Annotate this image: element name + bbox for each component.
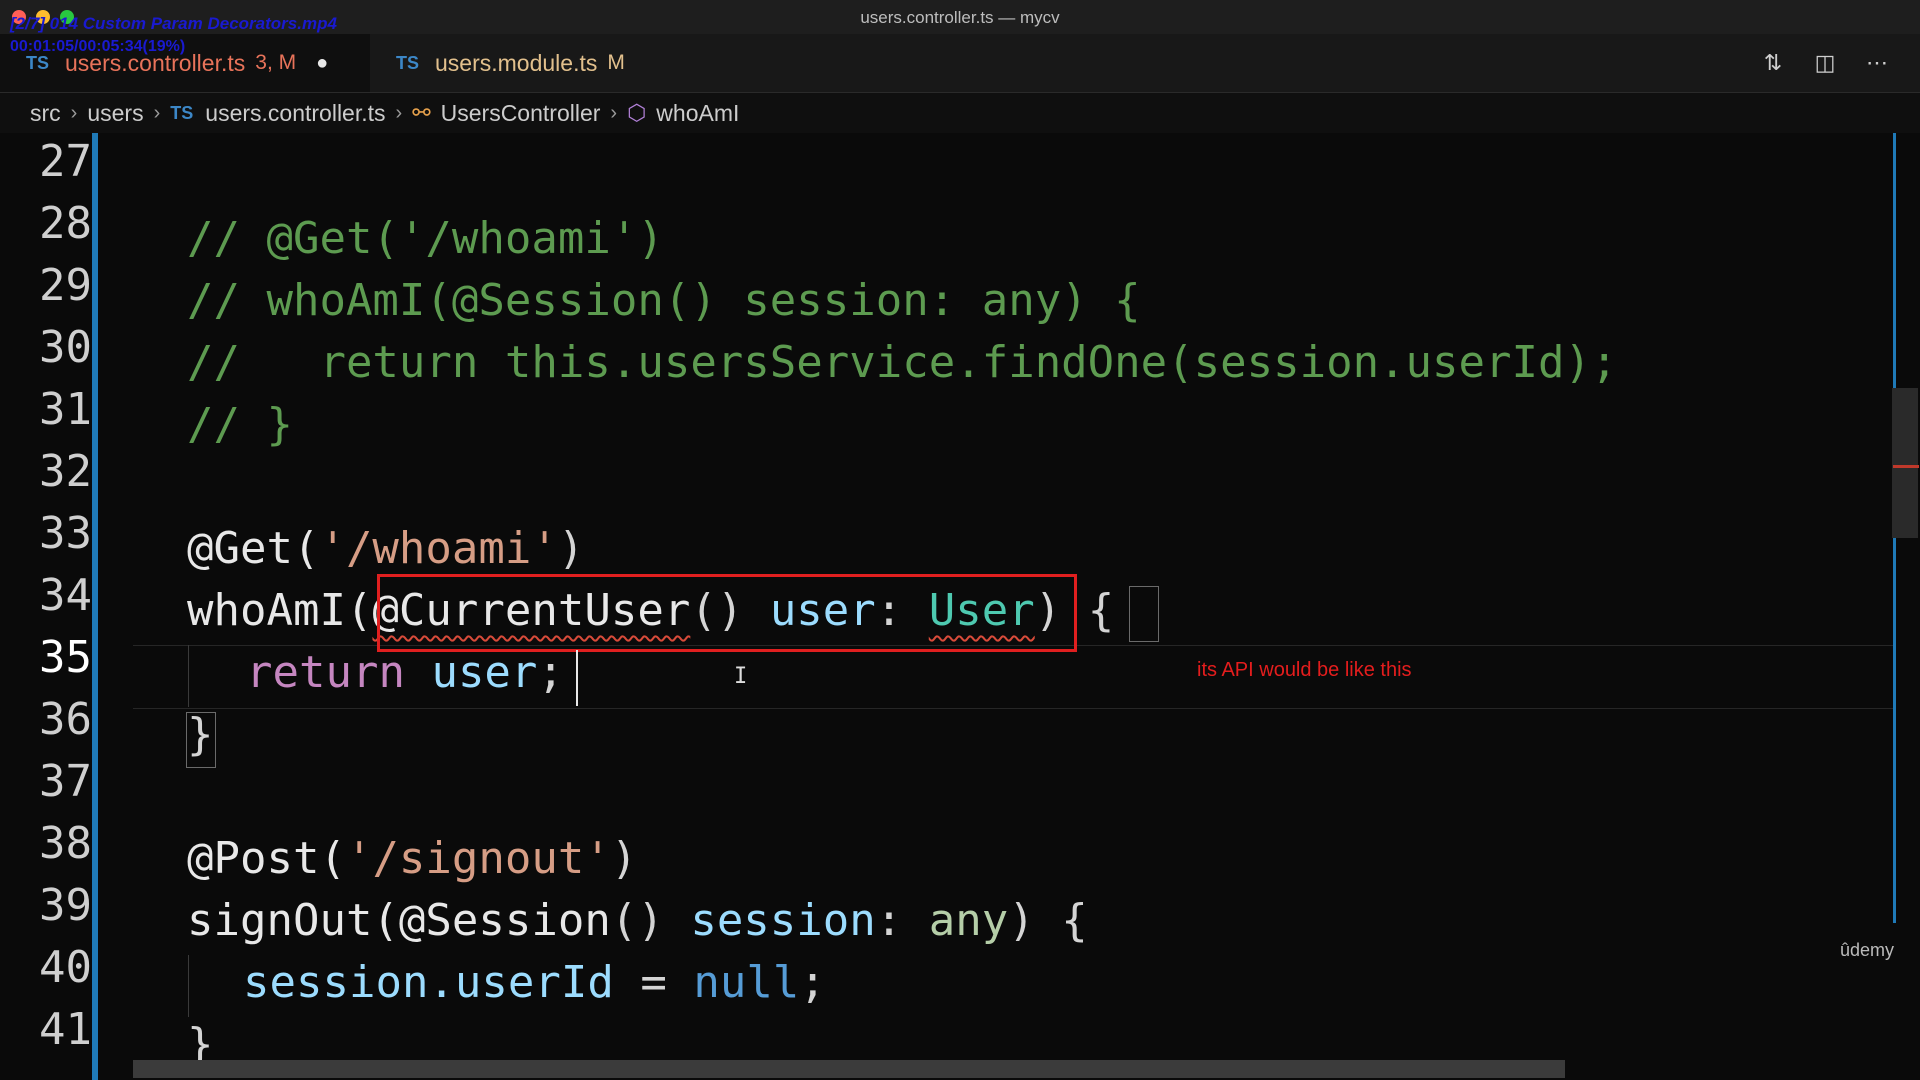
bracket-match-highlight [186,712,216,768]
string-token: '/whoami' [319,523,558,574]
chevron-right-icon: › [70,101,78,124]
tab-actions: ⇅ ◫ ⋯ [1758,48,1892,78]
keyword-token: return [246,647,405,698]
compare-changes-icon[interactable]: ⇅ [1758,48,1788,78]
line-number: 30 [39,322,92,373]
breadcrumb-method[interactable]: whoAmI [656,100,739,127]
chevron-right-icon: › [610,101,618,124]
vertical-scrollbar-thumb[interactable] [1892,388,1918,538]
line-number: 28 [39,198,92,249]
line-number-current: 35 [39,632,92,683]
breadcrumb: src › users › TS users.controller.ts › ⚯… [0,93,1920,133]
punct-token: ; [799,957,826,1008]
horizontal-scrollbar[interactable] [133,1060,1565,1078]
line-number: 41 [39,1004,92,1055]
title-bar: users.controller.ts — mycv [2/7] 014 Cus… [0,0,1920,34]
punct-token: () [610,895,691,946]
type-token: any [928,895,1009,946]
video-time-overlay: 00:01:05/00:05:34(19%) [10,38,186,55]
video-filename-overlay: [2/7] 014 Custom Param Decorators.mp4 [10,14,337,33]
line-number: 27 [39,136,92,187]
tab-status: 3, M [255,51,297,74]
split-editor-icon[interactable]: ◫ [1810,48,1840,78]
editor-tab-bar: TS users.controller.ts 3, M ● TS users.m… [0,34,1920,93]
tab-label: users.module.ts [435,49,598,76]
typescript-icon: TS [170,102,194,123]
line-number: 37 [39,756,92,807]
punct-token: = [613,957,694,1008]
string-token: '/signout' [345,833,611,884]
punct-token: ) { [1008,895,1088,946]
bracket-match-highlight [1129,586,1159,642]
method-cube-icon: ⬡ [627,100,647,125]
code-line-29: // whoAmI(@Session() session: any) { [187,275,1141,326]
line-number-gutter: 27 28 29 30 31 32 33 34 35 36 37 38 39 4… [0,133,92,1080]
line-number: 33 [39,508,92,559]
line-number: 36 [39,694,92,745]
code-line-39: signOut(@Session() session: any) { [187,890,1088,952]
chevron-right-icon: › [153,101,161,124]
breadcrumb-file[interactable]: users.controller.ts [205,100,385,127]
git-change-indicator [92,133,98,1080]
line-number: 32 [39,446,92,497]
method-token: signOut( [187,895,399,946]
punct-token: ; [537,647,564,698]
method-token: whoAmI( [187,585,373,636]
line-number: 39 [39,880,92,931]
class-icon: ⚯ [412,100,431,125]
code-line-30: // return this.usersService.findOne(sess… [187,337,1618,388]
more-actions-icon[interactable]: ⋯ [1862,48,1892,78]
text-cursor [576,650,578,706]
punct-token: ) [557,523,585,574]
indent-guide [188,955,189,1017]
decorator-token: @Session [398,895,611,946]
punct-token: ) [610,833,638,884]
udemy-watermark: ûdemy [1840,940,1895,960]
line-number: 34 [39,570,92,621]
typescript-icon: TS [396,52,420,73]
breadcrumb-users[interactable]: users [87,100,143,127]
null-token: null [693,957,800,1008]
code-line-40: session.userId = null; [243,952,826,1014]
punct-token: : [875,895,929,946]
tab-status: M [607,51,625,74]
param-token: session [690,895,876,946]
line-number: 38 [39,818,92,869]
line-number: 29 [39,260,92,311]
tab-users-module[interactable]: TS users.module.ts M [370,34,690,92]
decorator-token: @Get( [187,523,320,574]
line-number: 40 [39,942,92,993]
breadcrumb-src[interactable]: src [30,100,61,127]
error-marker [1893,465,1919,468]
line-number: 31 [39,384,92,435]
code-line-28: // @Get('/whoami') [187,213,664,264]
annotation-highlight-box [377,574,1077,652]
property-token: session.userId [243,957,614,1008]
code-line-38: @Post('/signout') [187,828,637,890]
variable-token: user [431,647,538,698]
ibeam-cursor-icon: I [734,664,748,689]
decorator-token: @Post( [187,833,346,884]
breadcrumb-class[interactable]: UsersController [441,100,601,127]
chevron-right-icon: › [395,101,403,124]
code-line-33: @Get('/whoami') [187,518,584,580]
indent-guide [188,645,189,707]
unsaved-dot-icon[interactable]: ● [316,52,328,75]
code-line-31: // } [187,399,293,450]
annotation-text: its API would be like this [1197,659,1412,681]
